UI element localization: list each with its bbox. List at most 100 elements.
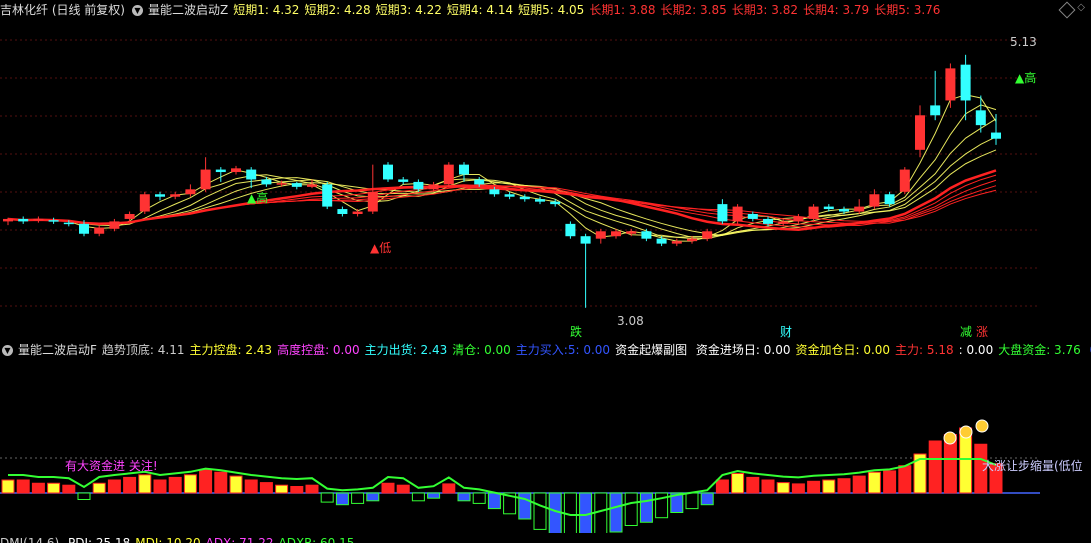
volume-bar — [457, 492, 471, 502]
volume-bar — [290, 486, 304, 494]
candle-body — [124, 214, 135, 219]
candle-body — [991, 132, 1001, 139]
bottom-mark-2: 减 — [960, 325, 972, 339]
volume-bar — [776, 482, 790, 494]
indicator-name: 量能二波启动Z — [148, 3, 229, 17]
volume-bar — [335, 492, 349, 506]
dmi-value-2: MDI: 10.20 — [135, 536, 201, 543]
ma-value-5: 长期1: 3.88 — [589, 3, 656, 17]
short-ma-line-3 — [7, 118, 997, 238]
candle-body — [428, 184, 439, 190]
candle-body — [565, 223, 576, 237]
volume-bar — [700, 492, 714, 506]
volume-bar — [138, 474, 152, 494]
volume-bar — [761, 479, 775, 494]
candle-body — [48, 220, 59, 222]
volume-bar — [487, 492, 501, 510]
volume-bar — [396, 484, 410, 494]
ma-value-8: 长期4: 3.79 — [802, 3, 870, 17]
candle-body — [641, 231, 652, 239]
volume-bar — [928, 440, 942, 494]
annotation-2: 3.08 — [617, 314, 644, 328]
candle-body — [246, 169, 257, 180]
candle-body — [717, 204, 728, 222]
bottom-mark-1: 财 — [780, 325, 792, 339]
candle-body — [535, 199, 545, 202]
volume-bar — [472, 492, 486, 504]
candle-body — [823, 206, 834, 210]
candle-body — [352, 211, 363, 214]
ma-value-4: 短期5: 4.05 — [518, 3, 585, 17]
candle-body — [915, 115, 925, 150]
volume-bar — [715, 479, 729, 494]
candle-body — [504, 194, 515, 197]
volume-bar — [791, 483, 805, 494]
candle-body — [276, 183, 287, 185]
sub-value-6: 资金起爆副图 — [615, 343, 691, 357]
signal-text-0: 有大资金进 关注! — [65, 458, 158, 473]
candle-body — [550, 201, 561, 205]
volume-bar — [837, 478, 851, 494]
sub-indicator-name: 量能二波启动F — [18, 343, 97, 357]
candle-body — [854, 206, 865, 212]
dmi-value-3: ADX: 71.22 — [205, 536, 274, 543]
candle-body — [291, 183, 302, 187]
bottom-mark-3: 涨 — [976, 324, 988, 339]
volume-bar — [883, 470, 897, 494]
ma-value-6: 长期2: 3.85 — [660, 3, 727, 17]
candle-body — [383, 164, 393, 180]
volume-bar — [427, 492, 441, 499]
volume-bar — [442, 483, 456, 494]
sub-chart: 有大资金进 关注! 大涨让步缩量(低位 — [0, 419, 1083, 533]
candle-body — [778, 221, 789, 224]
volume-bar — [244, 479, 258, 494]
sub-value-3: 主力出货: 2.43 — [364, 343, 448, 357]
candle-body — [79, 223, 89, 234]
candle-body — [519, 196, 530, 200]
volume-bar — [92, 482, 106, 494]
candle-body — [595, 231, 606, 239]
sub-value-0: 趋势顶底: 4.11 — [101, 343, 185, 357]
sub-value-7: 资金进场日: 0.00 — [695, 343, 791, 357]
candle-body — [443, 164, 454, 185]
window-toggle-icon[interactable] — [1058, 1, 1076, 19]
candle-body — [732, 206, 743, 222]
ma-value-0: 短期1: 4.32 — [233, 3, 300, 17]
candle-body — [656, 238, 667, 244]
dmi-value-4: ADXR: 60.15 — [278, 536, 355, 543]
candle-body — [322, 184, 333, 207]
ma-value-1: 短期2: 4.28 — [304, 3, 371, 17]
candle-body — [611, 231, 621, 237]
sub-chart-header: ▼ 量能二波启动F 趋势顶底: 4.11 主力控盘: 2.43 高度控盘: 0.00 主力… — [0, 340, 1091, 360]
volume-bar — [31, 482, 45, 494]
volume-bar — [320, 492, 334, 503]
money-bag-icon — [959, 425, 973, 439]
window-menu-icon[interactable]: ◇ — [1077, 2, 1085, 13]
annotation-1: ▲低 — [370, 241, 391, 255]
volume-bar — [183, 474, 197, 494]
indicator-menu-icon[interactable]: ▼ — [132, 5, 143, 16]
ma-value-7: 长期3: 3.82 — [731, 3, 798, 17]
volume-bar — [77, 492, 91, 500]
annotation-3: 5.13 — [1010, 35, 1037, 49]
volume-bar — [746, 476, 760, 494]
sub-indicator-menu-icon[interactable]: ▼ — [2, 345, 13, 356]
candle-body — [215, 169, 226, 173]
annotation-4: ▲高 — [1015, 70, 1036, 85]
candle-body — [899, 169, 910, 192]
main-chart-header: 吉林化纤 (日线 前复权) ▼ 量能二波启动Z 短期1: 4.32 短期2: 4.28 短… — [0, 0, 1040, 20]
sub-value-11: 大盘资金: 3.76 — [998, 343, 1081, 357]
annotation-0: ▲高 — [247, 190, 268, 205]
candle-body — [18, 218, 29, 222]
volume-bar — [123, 476, 137, 494]
sub-value-4: 清仓: 0.00 — [452, 343, 511, 357]
sub-value-5: 主力买入:5: 0.00 — [515, 343, 611, 357]
candle-body — [671, 241, 682, 244]
volume-bar — [259, 482, 273, 494]
main-chart: ▲高 ▲低 3.08 5.13 ▲高跌 财 减涨 — [0, 35, 1040, 339]
candle-body — [200, 169, 211, 190]
volume-bar — [609, 492, 623, 533]
volume-bar — [822, 479, 836, 494]
candle-body — [869, 194, 880, 207]
candle-body — [94, 227, 105, 234]
